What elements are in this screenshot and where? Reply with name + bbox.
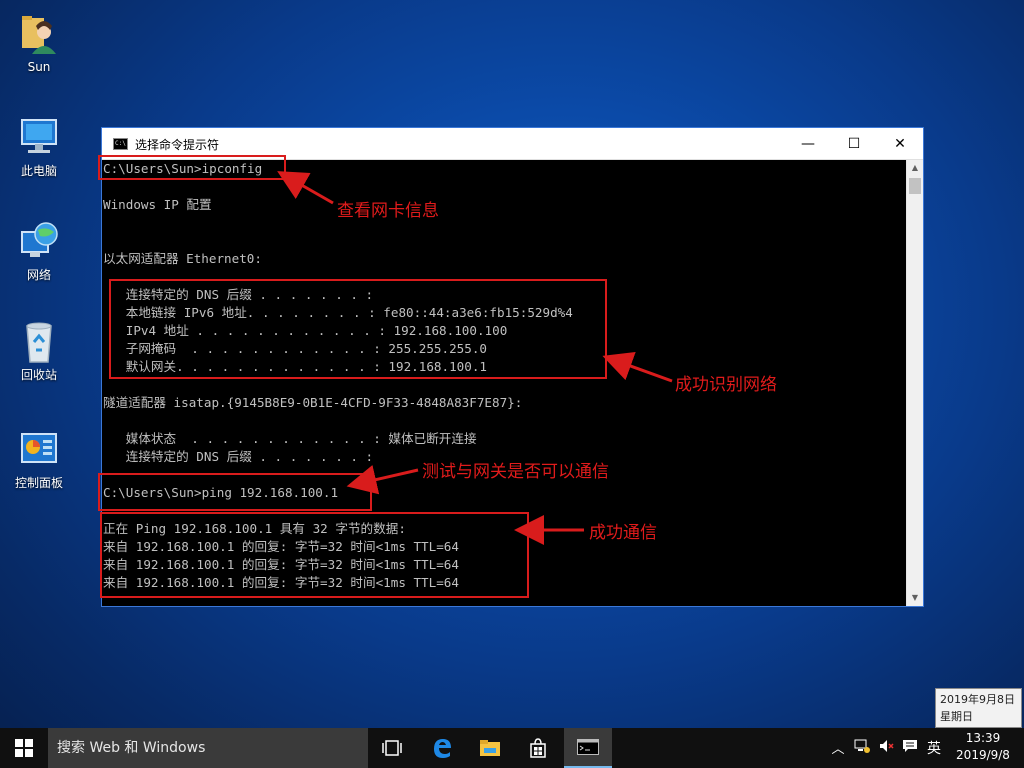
taskbar-search-box[interactable]: 搜索 Web 和 Windows bbox=[48, 728, 368, 768]
taskbar: 搜索 Web 和 Windows ︿ 英 13:39 2019/9/8 bbox=[0, 728, 1024, 768]
start-button[interactable] bbox=[0, 728, 48, 768]
tooltip-weekday: 星期日 bbox=[940, 710, 973, 723]
file-explorer-button[interactable] bbox=[466, 728, 514, 768]
taskbar-clock[interactable]: 13:39 2019/9/8 bbox=[950, 730, 1016, 764]
store-button[interactable] bbox=[514, 728, 562, 768]
windows-logo-icon bbox=[15, 739, 33, 757]
clock-time: 13:39 bbox=[965, 731, 1001, 745]
tooltip-date: 2019年9月8日 bbox=[940, 693, 1015, 706]
annotation-arrows bbox=[277, 171, 673, 545]
folder-icon bbox=[480, 740, 500, 756]
store-bag-icon bbox=[530, 738, 546, 758]
command-prompt-taskbar-button[interactable] bbox=[564, 728, 612, 768]
edge-browser-button[interactable] bbox=[418, 728, 466, 768]
input-method-indicator[interactable]: 英 bbox=[924, 738, 944, 758]
task-view-button[interactable] bbox=[368, 728, 416, 768]
task-view-icon bbox=[382, 740, 402, 756]
annotation-communication-success: 成功通信 bbox=[589, 523, 657, 543]
clock-date: 2019/9/8 bbox=[956, 748, 1010, 762]
annotation-view-nic-info: 查看网卡信息 bbox=[337, 201, 439, 221]
action-center-icon[interactable] bbox=[900, 738, 920, 758]
arrow-to-network-info bbox=[602, 351, 673, 383]
arrow-to-ipconfig bbox=[277, 171, 334, 205]
network-status-icon[interactable] bbox=[852, 738, 872, 758]
show-hidden-icons-chevron-icon[interactable]: ︿ bbox=[828, 738, 848, 757]
console-icon bbox=[577, 739, 599, 755]
edge-icon bbox=[434, 739, 451, 758]
volume-muted-icon[interactable] bbox=[876, 738, 896, 758]
annotation-network-recognized: 成功识别网络 bbox=[675, 375, 777, 395]
date-tooltip: 2019年9月8日 星期日 bbox=[935, 688, 1022, 728]
annotation-test-gateway: 测试与网关是否可以通信 bbox=[422, 462, 609, 482]
arrow-to-ping-command bbox=[346, 465, 419, 495]
